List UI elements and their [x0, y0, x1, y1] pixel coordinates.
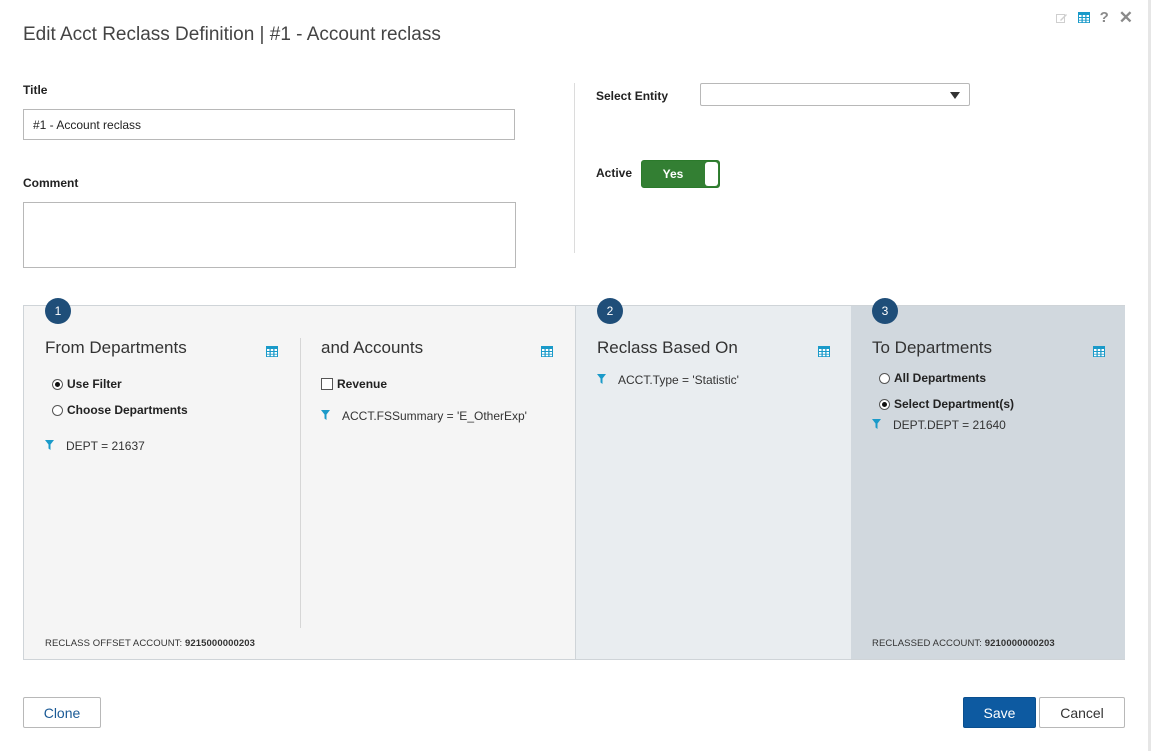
to-filter[interactable]: DEPT.DEPT = 21640 [872, 418, 1006, 432]
to-departments-title: To Departments [872, 338, 992, 357]
cancel-button[interactable]: Cancel [1039, 697, 1125, 728]
save-button[interactable]: Save [963, 697, 1036, 728]
revenue-label: Revenue [337, 377, 388, 391]
reclass-offset-account-label: RECLASS OFFSET ACCOUNT: [45, 638, 183, 649]
reclassed-account: RECLASSED ACCOUNT: 9210000000203 [872, 638, 1055, 649]
clone-button[interactable]: Clone [23, 697, 101, 728]
reclassed-account-value: 9210000000203 [984, 638, 1055, 649]
help-icon[interactable]: ? [1100, 10, 1109, 25]
revenue-checkbox[interactable]: Revenue [321, 377, 387, 391]
to-panel: 3 To Departments All Departments Select … [851, 298, 1125, 659]
filter-icon [597, 373, 606, 387]
title-input[interactable] [23, 109, 515, 140]
from-filter-text: DEPT = 21637 [66, 439, 145, 453]
choose-departments-radio[interactable]: Choose Departments [52, 403, 188, 417]
all-departments-radio[interactable]: All Departments [879, 371, 986, 385]
checkbox-icon [321, 378, 333, 390]
form-divider [574, 83, 575, 253]
radio-unselected-icon [52, 404, 63, 416]
edit-icon[interactable] [1055, 12, 1068, 24]
to-filter-text: DEPT.DEPT = 21640 [893, 418, 1006, 432]
panel-inner-divider [300, 338, 301, 628]
radio-unselected-icon [879, 372, 890, 384]
use-filter-radio[interactable]: Use Filter [52, 377, 122, 391]
reclass-offset-account: RECLASS OFFSET ACCOUNT: 9215000000203 [45, 638, 255, 649]
from-filter[interactable]: DEPT = 21637 [45, 439, 145, 453]
window-toolbar: ? ✕ [1055, 9, 1133, 26]
from-panel: 1 From Departments Use Filter Choose Dep… [24, 298, 575, 659]
radio-selected-icon [879, 398, 890, 410]
and-accounts-title: and Accounts [321, 338, 424, 357]
filter-icon [45, 439, 54, 453]
all-departments-label: All Departments [894, 371, 987, 385]
active-toggle[interactable]: Yes [641, 160, 720, 188]
radio-selected-icon [52, 378, 63, 390]
based-on-filter-text: ACCT.Type = 'Statistic' [618, 373, 739, 387]
active-toggle-label: Yes [662, 167, 684, 181]
step-badge-2: 2 [597, 298, 623, 324]
choose-departments-label: Choose Departments [67, 403, 188, 417]
based-on-filter[interactable]: ACCT.Type = 'Statistic' [597, 373, 739, 387]
filter-icon [321, 409, 330, 423]
reclass-panels: 1 From Departments Use Filter Choose Dep… [23, 298, 1125, 660]
filter-icon [872, 418, 881, 432]
select-departments-label: Select Department(s) [894, 397, 1015, 411]
title-label: Title [23, 83, 48, 97]
step-badge-3: 3 [872, 298, 898, 324]
reclass-based-on-title: Reclass Based On [597, 338, 738, 357]
based-on-panel: 2 Reclass Based On ACCT.Type = 'Statisti… [575, 298, 851, 659]
reclass-offset-account-value: 9215000000203 [185, 638, 256, 649]
close-icon[interactable]: ✕ [1119, 9, 1133, 26]
active-label: Active [596, 166, 633, 180]
and-accounts-grid-icon[interactable] [541, 344, 553, 362]
reclassed-account-label: RECLASSED ACCOUNT: [872, 638, 983, 649]
to-departments-grid-icon[interactable] [1093, 344, 1105, 362]
dropdown-caret-icon [950, 92, 960, 99]
from-departments-grid-icon[interactable] [266, 344, 278, 362]
use-filter-label: Use Filter [67, 377, 122, 391]
comment-textarea[interactable] [23, 202, 516, 268]
from-departments-title: From Departments [45, 338, 187, 357]
accounts-filter[interactable]: ACCT.FSSummary = 'E_OtherExp' [321, 409, 527, 423]
grid-icon[interactable] [1077, 12, 1090, 23]
dialog-title: Edit Acct Reclass Definition | #1 - Acco… [23, 24, 441, 45]
select-departments-radio[interactable]: Select Department(s) [879, 397, 1014, 411]
step-badge-1: 1 [45, 298, 71, 324]
select-entity-dropdown[interactable] [700, 83, 970, 106]
select-entity-label: Select Entity [596, 89, 669, 103]
comment-label: Comment [23, 176, 79, 190]
accounts-filter-text: ACCT.FSSummary = 'E_OtherExp' [342, 409, 527, 423]
toggle-knob [705, 162, 718, 186]
based-on-grid-icon[interactable] [818, 344, 830, 362]
